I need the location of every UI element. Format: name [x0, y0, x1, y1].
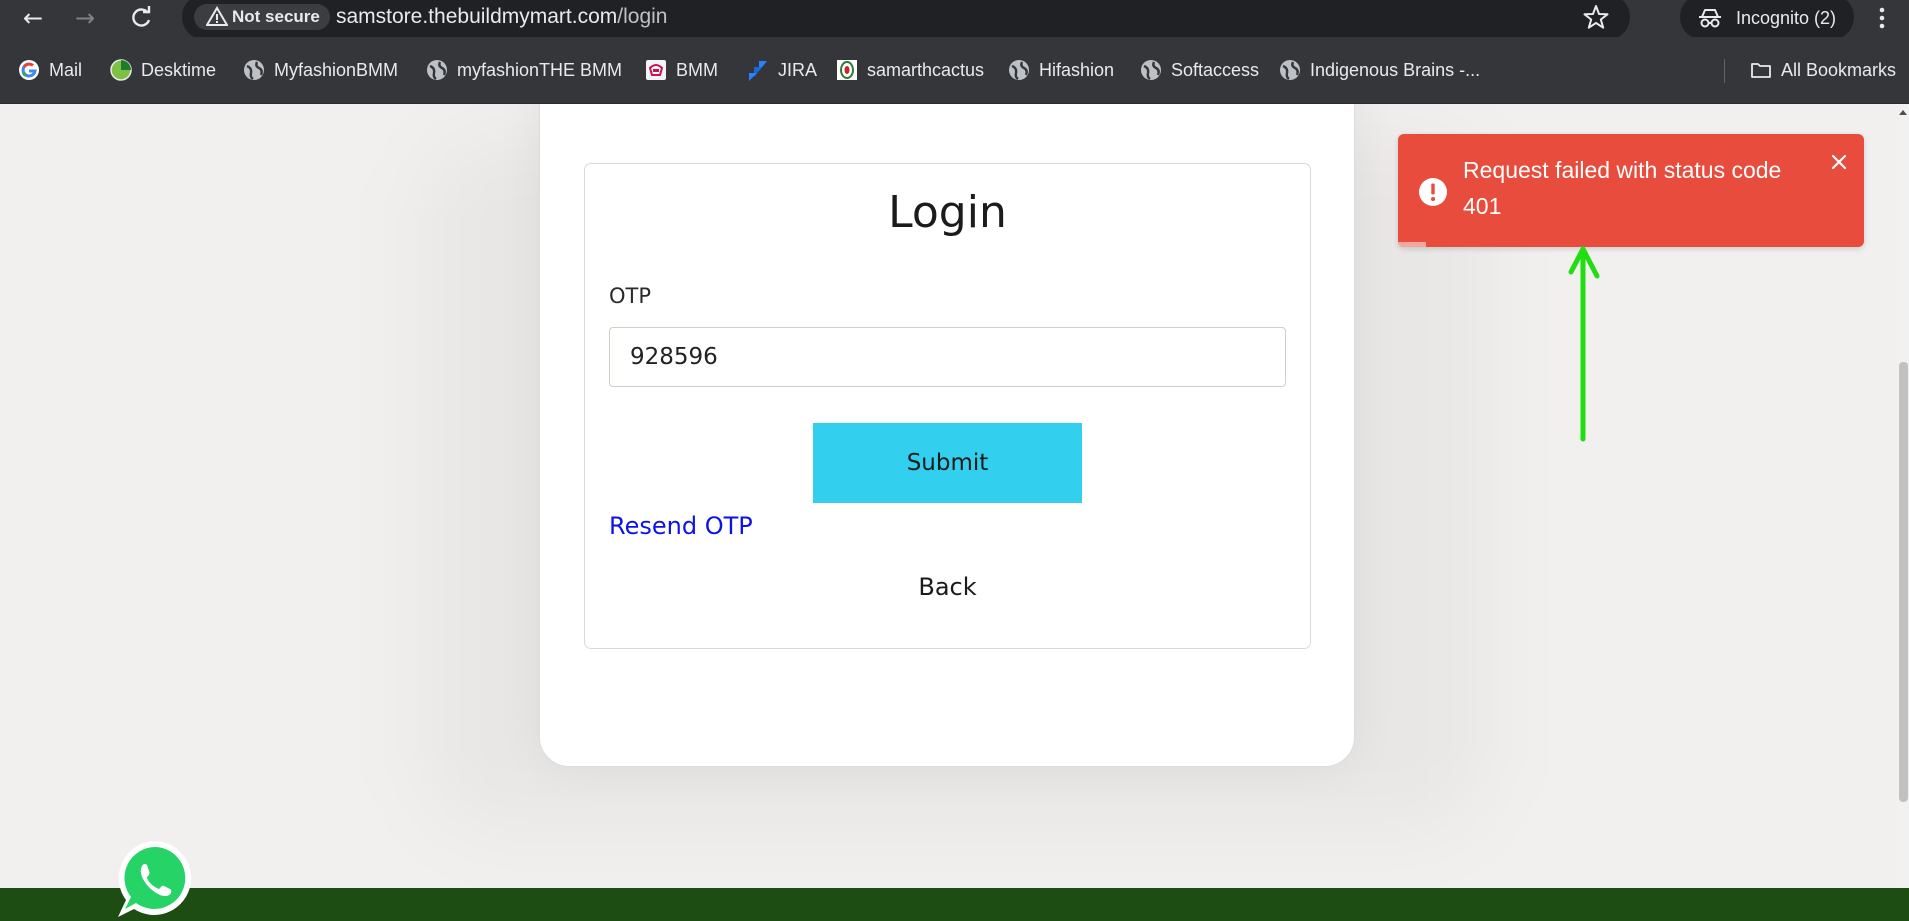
all-bookmarks-label: All Bookmarks [1781, 60, 1897, 80]
google-icon [19, 60, 39, 80]
folder-icon [1751, 63, 1771, 78]
bookmarks-bar: Mail Desktime MyfashionBMM myfashionTHE … [0, 37, 1909, 104]
menu-kebab-icon[interactable] [1876, 4, 1888, 32]
scroll-up-arrow-icon[interactable] [1897, 107, 1909, 117]
bookmark-label: Softaccess [1171, 60, 1260, 80]
bookmark-label: BMM [676, 60, 718, 80]
scrollbar-thumb[interactable] [1899, 362, 1908, 802]
incognito-label: Incognito (2) [1736, 8, 1837, 28]
globe-icon [1280, 60, 1300, 80]
error-exclamation-icon [1419, 178, 1447, 206]
globe-icon [427, 60, 447, 80]
reload-icon-svg [132, 6, 151, 27]
address-bar[interactable]: Not secure samstore.thebuildmymart.com/l… [182, 0, 1630, 40]
incognito-icon [1699, 9, 1721, 28]
whatsapp-icon[interactable] [114, 837, 198, 921]
url-path: /login [617, 5, 668, 28]
globe-icon [1009, 60, 1029, 80]
incognito-indicator[interactable]: Incognito (2) [1680, 0, 1854, 40]
security-indicator[interactable]: Not secure [194, 4, 330, 30]
page-viewport: Login OTP Submit Resend OTP Back Request… [0, 104, 1909, 921]
desktime-icon [110, 59, 132, 81]
bookmark-label: Hifashion [1039, 60, 1115, 80]
security-label: Not secure [232, 7, 320, 26]
jira-icon [749, 61, 767, 81]
footer-band [0, 888, 1909, 921]
warning-triangle-icon [206, 6, 228, 27]
bookmark-label: JIRA [778, 60, 818, 80]
resend-otp-link[interactable]: Resend OTP [609, 509, 753, 543]
annotation-arrow [1568, 246, 1600, 442]
browser-toolbar: ← → Not secure samstore.thebuildmymart.c… [0, 0, 1909, 40]
submit-button[interactable]: Submit [813, 423, 1082, 503]
login-form: Login OTP Submit Resend OTP Back [584, 163, 1311, 649]
back-link[interactable]: Back [585, 570, 1310, 604]
bmm-icon [646, 60, 666, 80]
reload-icon[interactable] [126, 3, 156, 33]
toast-message: Request failed with status code 401 [1463, 157, 1782, 219]
error-toast: Request failed with status code 401 [1398, 134, 1864, 247]
url-text[interactable]: samstore.thebuildmymart.com/login [336, 3, 667, 31]
globe-icon [244, 60, 264, 80]
page-title: Login [888, 187, 1007, 238]
bookmark-label: Mail [49, 60, 83, 80]
bookmark-label: myfashionTHE BMM [457, 60, 623, 80]
otp-input[interactable] [609, 327, 1286, 387]
bookmarks-divider [1724, 59, 1725, 83]
close-icon[interactable] [1829, 152, 1849, 172]
otp-label: OTP [609, 284, 652, 308]
toast-progress-bar [1398, 242, 1426, 247]
url-host: samstore.thebuildmymart.com [336, 5, 618, 28]
globe-icon [1141, 60, 1161, 80]
bookmark-label: MyfashionBMM [274, 60, 399, 80]
bookmark-label: samarthcactus [867, 60, 985, 80]
samarth-icon [837, 60, 857, 80]
bookmark-label: Indigenous Brains -... [1310, 60, 1481, 80]
forward-arrow-icon[interactable]: → [70, 3, 100, 33]
bookmark-star-icon[interactable] [1582, 3, 1610, 31]
back-arrow-icon[interactable]: ← [18, 3, 48, 33]
bookmark-label: Desktime [141, 60, 217, 80]
